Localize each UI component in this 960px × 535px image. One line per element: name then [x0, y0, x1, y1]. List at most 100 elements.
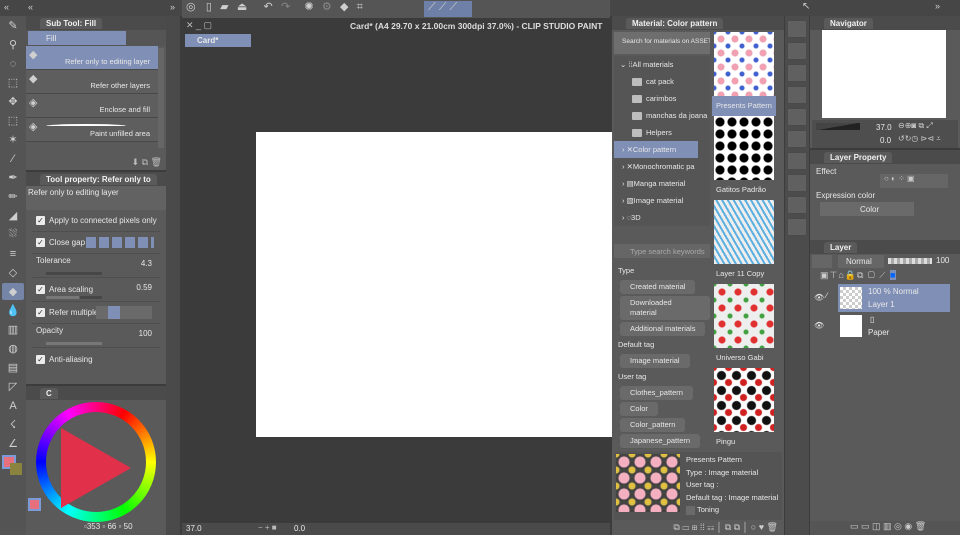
object-tool-icon[interactable]: ⬚	[2, 74, 24, 91]
zoom-slider[interactable]	[816, 123, 860, 130]
pencil-tool-icon[interactable]: ✏	[2, 188, 24, 205]
new-file-icon[interactable]: ▯	[206, 0, 212, 13]
window-controls[interactable]: ✕ _ ▢	[186, 20, 212, 31]
navigator-zoom[interactable]: 37.0	[876, 123, 892, 132]
expand-icon[interactable]: »	[170, 2, 175, 12]
keyword-search-input[interactable]: Type search keywords	[614, 244, 710, 258]
zoom-controls[interactable]: − + ■	[258, 523, 277, 532]
layer-property-tab[interactable]: Layer Property	[824, 151, 893, 163]
material-item[interactable]: Universo Gabi	[712, 284, 776, 368]
toning-checkbox[interactable]: Toning	[686, 504, 778, 517]
material-item[interactable]: Gatitos Padrão	[712, 116, 776, 200]
navigator-angle[interactable]: 0.0	[880, 136, 891, 145]
fill-icon[interactable]: ◆	[340, 0, 348, 13]
canvas-paper[interactable]	[256, 132, 612, 437]
dock-icon[interactable]	[787, 196, 807, 214]
transform-icon[interactable]: ⚙	[322, 0, 332, 13]
line-correction-icon[interactable]: ∠	[2, 435, 24, 452]
layer-toolbar[interactable]: ▣⊤⌂🔒⧉ ▢ ⟋ ■	[820, 270, 897, 281]
dock-icon[interactable]	[787, 64, 807, 82]
opacity-row[interactable]: Opacity 100	[32, 324, 160, 348]
zoom-tool-icon[interactable]: ⚲	[2, 36, 24, 53]
rotate-tool-icon[interactable]: ◌	[2, 55, 24, 72]
zoom-buttons[interactable]: ⊖⊕◙ ⧉ ⤢	[898, 121, 933, 131]
redo-icon[interactable]: ↷	[281, 0, 290, 13]
dock-icon[interactable]	[787, 130, 807, 148]
main-color-swatch[interactable]	[28, 498, 41, 511]
tag-button[interactable]: Color	[620, 402, 658, 416]
tolerance-row[interactable]: Tolerance 4.3	[32, 254, 160, 278]
opacity-slider[interactable]	[888, 258, 932, 264]
airbrush-tool-icon[interactable]: ⛆	[2, 226, 24, 243]
tag-button[interactable]: Image material	[620, 354, 690, 368]
undo-icon[interactable]: ↶	[263, 0, 272, 13]
clear-icon[interactable]: ✺	[304, 0, 313, 13]
tag-button[interactable]: Downloaded material	[620, 296, 710, 320]
collapse-right-icon[interactable]: »	[935, 1, 940, 11]
eye-icon[interactable]: 👁	[814, 293, 824, 302]
gradient-tool-icon[interactable]: ▥	[2, 321, 24, 338]
dock-icon[interactable]	[787, 108, 807, 126]
blend-tool-icon[interactable]: 💧	[2, 302, 24, 319]
pen-tool-icon[interactable]: ✒	[2, 169, 24, 186]
layer-row-selected[interactable]: 👁 ∕ 100 % Normal Layer 1	[810, 284, 960, 312]
tree-item[interactable]: › ◌ 3D	[614, 209, 710, 226]
zoom-value[interactable]: 37.0	[186, 524, 202, 533]
layer-tab[interactable]: Layer	[824, 241, 858, 253]
eraser-tool-icon[interactable]: ◇	[2, 264, 24, 281]
subtool-item[interactable]: ◈ Paint unfilled area	[26, 118, 158, 142]
open-icon[interactable]: ▰	[220, 0, 228, 13]
rotate-buttons[interactable]: ↺↻◷ ⊳⊲ ⩡	[898, 134, 941, 144]
refer-multiple-row[interactable]: ✓ Refer multiple	[32, 302, 160, 324]
dock-icon[interactable]	[787, 152, 807, 170]
dock-icon[interactable]	[787, 20, 807, 38]
subtool-actions[interactable]: ⬇ ⧉ 🗑	[132, 157, 162, 168]
tree-item[interactable]: manchas da joana	[614, 107, 710, 124]
expression-color-select[interactable]: Color	[820, 202, 914, 216]
blend-mode-select[interactable]: Normal	[838, 255, 884, 268]
hue-ring[interactable]	[36, 402, 156, 522]
material-item[interactable]: Presents Pattern	[712, 32, 776, 116]
search-assets-button[interactable]: Search for materials on ASSETS	[614, 32, 710, 54]
tree-item[interactable]: › ✕ Monochromatic pa	[614, 158, 710, 175]
eye-icon[interactable]: 👁	[814, 321, 824, 330]
area-scaling-row[interactable]: ✓ Area scaling 0.59	[32, 278, 160, 302]
auto-select-icon[interactable]: ✶	[2, 131, 24, 148]
tag-button[interactable]: Japanese_pattern	[620, 434, 701, 448]
subtool-scrollbar[interactable]	[158, 48, 164, 148]
tree-item-selected[interactable]: › ✕ Color pattern	[614, 141, 698, 158]
clip-studio-icon[interactable]: ◎	[186, 0, 196, 13]
tree-item[interactable]: › ▤ Manga material	[614, 175, 710, 192]
dock-icon[interactable]	[787, 174, 807, 192]
tree-item[interactable]: cat pack	[614, 73, 710, 90]
dock-icon[interactable]	[787, 218, 807, 236]
subtool-item[interactable]: ◆ Refer only to editing layer	[26, 46, 158, 70]
decoration-tool-icon[interactable]: ≡	[2, 245, 24, 262]
lasso-fill-icon[interactable]: ◍	[2, 340, 24, 357]
navigator-preview[interactable]	[822, 30, 946, 118]
ruler-tool-icon[interactable]: ◸	[2, 378, 24, 395]
anti-aliasing-row[interactable]: ✓ Anti-aliasing	[32, 348, 160, 370]
dock-icon[interactable]	[787, 86, 807, 104]
balloon-tool-icon[interactable]: ☇	[2, 416, 24, 433]
subtool-item[interactable]: ◆ Refer other layers	[26, 70, 158, 94]
selection-tool-icon[interactable]: ⬚	[2, 112, 24, 129]
effect-buttons[interactable]: ○ ◐ ⁘ ▣	[880, 174, 948, 188]
subtool-item[interactable]: ◈ Enclose and fill	[26, 94, 158, 118]
close-gap-levels[interactable]	[86, 237, 154, 248]
pen-icon[interactable]: ✎	[2, 17, 24, 34]
angle-value[interactable]: 0.0	[294, 524, 305, 533]
collapse-left-icon[interactable]: «	[4, 2, 9, 12]
tag-button[interactable]: Created material	[620, 280, 696, 294]
collapse-icon[interactable]: «	[28, 2, 33, 12]
left-dock-splitter[interactable]	[166, 16, 180, 535]
tree-item[interactable]: carimbos	[614, 90, 710, 107]
dock-icon[interactable]	[787, 42, 807, 60]
sub-color-swatch[interactable]	[10, 463, 22, 475]
tree-item[interactable]: › ▧ Image material	[614, 192, 710, 209]
saturation-triangle[interactable]	[61, 428, 131, 508]
tag-button[interactable]: Additional materials	[620, 322, 706, 336]
palette-color-select[interactable]	[812, 255, 832, 268]
fill-tool-icon[interactable]: ◆	[2, 283, 24, 300]
save-icon[interactable]: ⏏	[237, 0, 247, 13]
